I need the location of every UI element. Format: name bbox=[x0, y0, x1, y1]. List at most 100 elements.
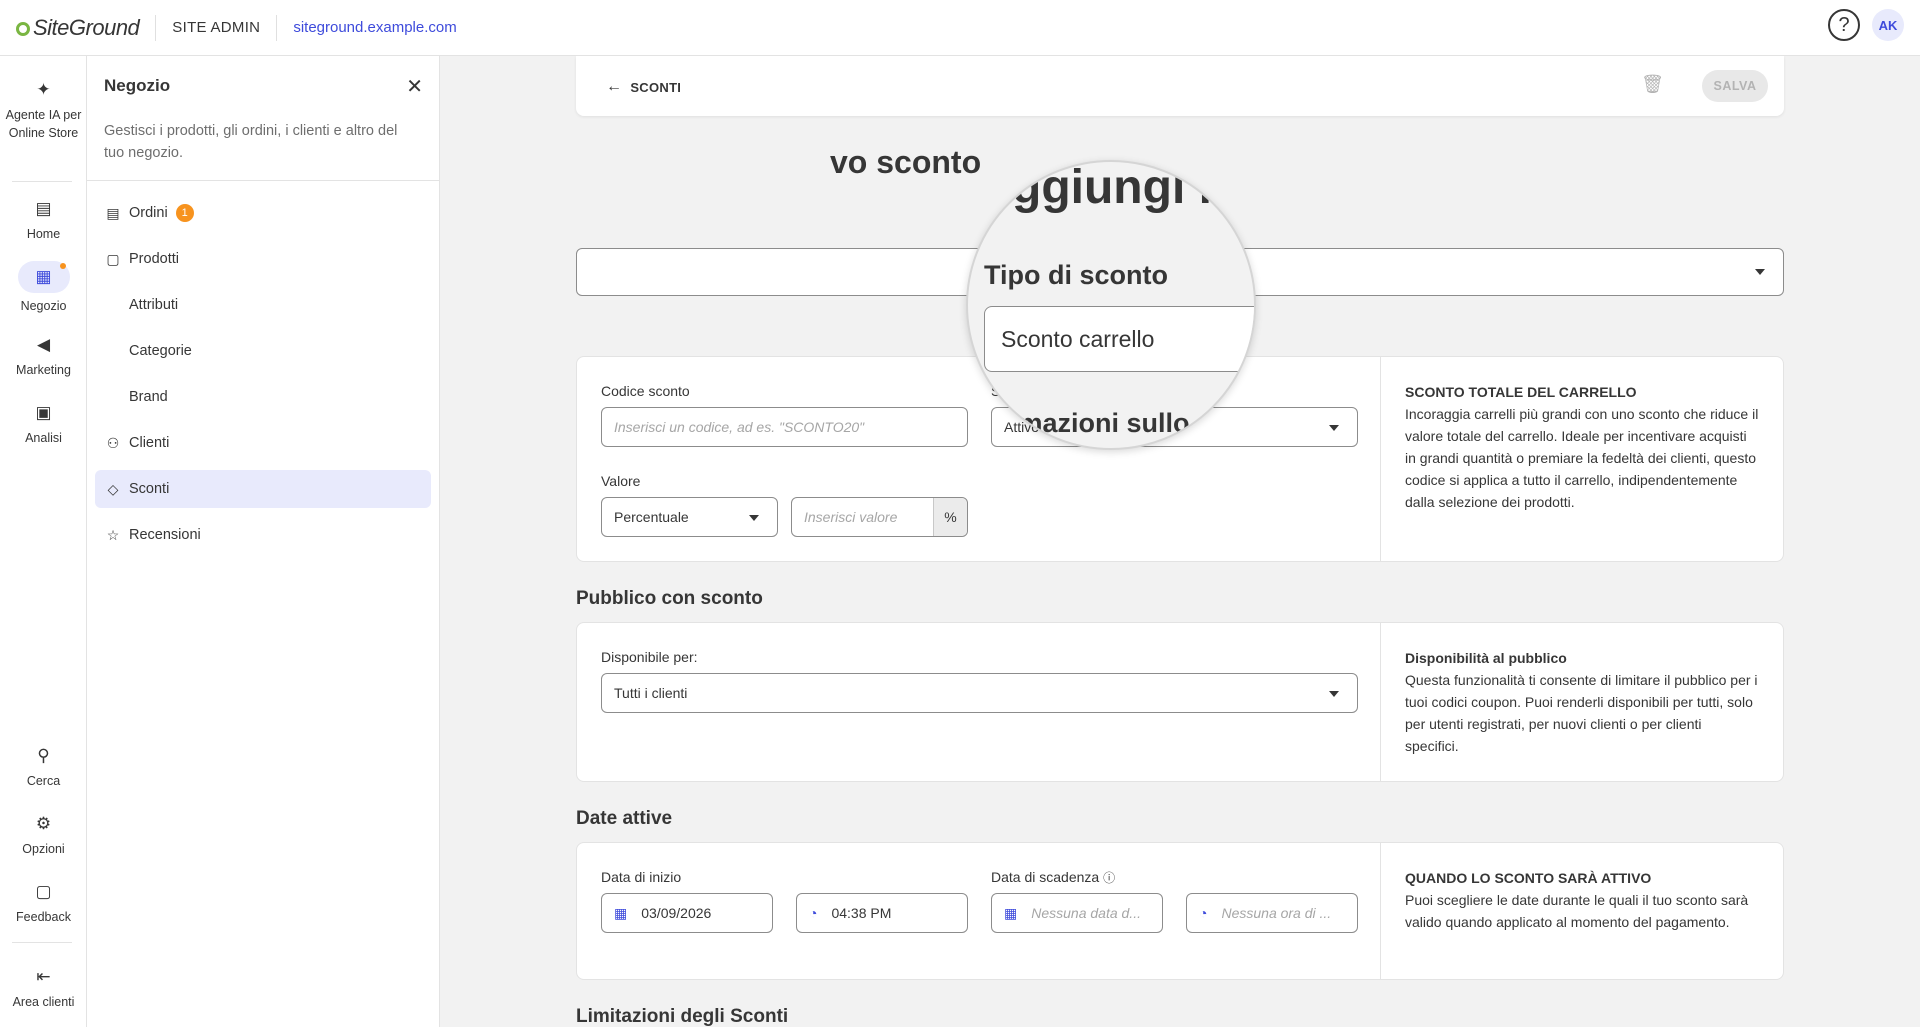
section-title: SITE ADMIN bbox=[172, 19, 261, 36]
tag-icon: ◇ bbox=[107, 480, 119, 497]
nav-item-label: Attributi bbox=[129, 297, 179, 313]
arrow-left-icon: ← bbox=[606, 78, 623, 95]
start-date-input[interactable]: ▦ 03/09/2026 bbox=[601, 893, 773, 933]
section-heading-dates: Date attive bbox=[576, 808, 673, 829]
chart-icon: ▣ bbox=[35, 403, 52, 422]
side-text: Puoi scegliere le date durante le quali … bbox=[1405, 892, 1749, 930]
discount-code-input[interactable]: Inserisci un codice, ad es. "SCONTO20" bbox=[601, 407, 968, 447]
form-toolbar: ← SCONTI 🗑 SALVA bbox=[576, 56, 1784, 116]
bag-icon: ▢ bbox=[106, 250, 120, 267]
audience-card: Disponibile per: Tutti i clienti Disponi… bbox=[576, 622, 1784, 782]
section-heading-audience: Pubblico con sconto bbox=[576, 588, 763, 609]
audience-card-side: Disponibilità al pubblico Questa funzion… bbox=[1380, 623, 1783, 781]
nav-item-recensioni[interactable]: ☆ Recensioni bbox=[95, 516, 431, 554]
page-title: vo sconto bbox=[830, 144, 981, 181]
store-panel: Negozio ✕ Gestisci i prodotti, gli ordin… bbox=[87, 56, 440, 1027]
side-text: Incoraggia carrelli più grandi con uno s… bbox=[1405, 406, 1759, 510]
info-icon[interactable]: ⓘ bbox=[1103, 871, 1115, 885]
nav-item-ordini[interactable]: ▤ Ordini 1 bbox=[95, 194, 431, 232]
value-input[interactable]: Inserisci valore % bbox=[791, 497, 968, 537]
section-heading-limits: Limitazioni degli Sconti bbox=[576, 1006, 789, 1027]
divider bbox=[12, 181, 72, 182]
count-badge: 1 bbox=[175, 204, 194, 222]
end-time-input[interactable]: ◔ Nessuna ora di ... bbox=[1186, 893, 1358, 933]
people-icon: ⚇ bbox=[106, 434, 120, 451]
logo-mark-icon bbox=[16, 21, 30, 36]
divider bbox=[276, 14, 278, 41]
notification-dot bbox=[59, 263, 66, 269]
magnified-heading-2: rmazioni sullo bbox=[1008, 408, 1190, 438]
sparkle-icon: ✦ bbox=[36, 80, 51, 99]
start-date-label: Data di inizio bbox=[601, 869, 682, 885]
siteground-logo[interactable]: SiteGround bbox=[16, 15, 140, 41]
audience-select[interactable]: Tutti i clienti bbox=[601, 673, 1358, 713]
trash-icon[interactable]: 🗑 bbox=[1641, 74, 1664, 95]
placeholder: Inserisci valore bbox=[804, 509, 898, 525]
save-button[interactable]: SALVA bbox=[1702, 70, 1768, 102]
magnifier-lens: ggiungi n Tipo di sconto Sconto carrello… bbox=[966, 160, 1256, 450]
magnified-title: ggiungi n bbox=[1012, 161, 1228, 214]
placeholder: Inserisci un codice, ad es. "SCONTO20" bbox=[614, 419, 865, 435]
value-type: Percentuale bbox=[614, 509, 689, 525]
store-icon: ▦ bbox=[17, 261, 70, 293]
help-button[interactable]: ? bbox=[1828, 9, 1860, 41]
nav-item-label: Recensioni bbox=[129, 527, 201, 543]
value-label: Valore bbox=[601, 473, 641, 489]
value-type-select[interactable]: Percentuale bbox=[601, 497, 778, 537]
dates-card: Data di inizio ▦ 03/09/2026 ◔ 04:38 PM D… bbox=[576, 842, 1784, 980]
star-icon: ☆ bbox=[106, 526, 120, 543]
rail-item-cerca[interactable]: ⚲ Cerca bbox=[0, 744, 87, 790]
audience-label: Disponibile per: bbox=[601, 649, 698, 665]
nav-item-label: Clienti bbox=[129, 435, 170, 451]
nav-item-sconti[interactable]: ◇ Sconti bbox=[95, 470, 431, 508]
rail-item-label: Negozio bbox=[20, 299, 67, 313]
info-card-side: SCONTO TOTALE DEL CARRELLO Incoraggia ca… bbox=[1380, 357, 1783, 561]
rail-item-analisi[interactable]: ▣ Analisi bbox=[0, 401, 87, 447]
panel-title: Negozio bbox=[104, 76, 171, 95]
divider bbox=[155, 14, 157, 41]
avatar[interactable]: AK bbox=[1872, 9, 1904, 41]
feedback-icon: ▢ bbox=[35, 882, 52, 901]
nav-item-categorie[interactable]: Categorie bbox=[95, 332, 431, 370]
exit-icon: ⇤ bbox=[36, 967, 51, 986]
rail-item-label: Opzioni bbox=[22, 842, 65, 856]
placeholder: Nessuna ora di ... bbox=[1221, 905, 1332, 921]
store-nav: ▤ Ordini 1 ▢ Prodotti Attributi Categori… bbox=[95, 194, 431, 562]
dates-card-side: QUANDO LO SCONTO SARÀ ATTIVO Puoi scegli… bbox=[1380, 843, 1783, 979]
clock-icon: ◔ bbox=[809, 905, 818, 921]
top-bar: SiteGround SITE ADMIN siteground.example… bbox=[0, 0, 1920, 56]
rail-item-negozio[interactable]: ▦ Negozio bbox=[0, 261, 87, 315]
placeholder: Nessuna data d... bbox=[1031, 905, 1141, 921]
rail-item-label: Area clienti bbox=[12, 995, 75, 1009]
back-link[interactable]: ← SCONTI bbox=[606, 78, 681, 96]
chevron-down-icon bbox=[1329, 425, 1339, 431]
gear-icon: ⚙ bbox=[35, 814, 52, 833]
rail-item-home[interactable]: ▤ Home bbox=[0, 197, 87, 243]
rail-item-feedback[interactable]: ▢ Feedback bbox=[0, 880, 87, 926]
help-icon: ? bbox=[1838, 13, 1850, 36]
nav-item-clienti[interactable]: ⚇ Clienti bbox=[95, 424, 431, 462]
divider bbox=[87, 180, 439, 181]
rail-item-marketing[interactable]: ◀ Marketing bbox=[0, 333, 87, 379]
code-label: Codice sconto bbox=[601, 383, 690, 399]
rail-item-label: Cerca bbox=[26, 774, 61, 788]
chevron-down-icon bbox=[749, 515, 759, 521]
nav-item-brand[interactable]: Brand bbox=[95, 378, 431, 416]
main-content: ← SCONTI 🗑 SALVA vo sconto to Codice sco… bbox=[440, 56, 1920, 1027]
rail-item-label: Feedback bbox=[16, 910, 71, 924]
rail-item-opzioni[interactable]: ⚙ Opzioni bbox=[0, 812, 87, 858]
nav-item-attributi[interactable]: Attributi bbox=[95, 286, 431, 324]
chevron-down-icon bbox=[1755, 269, 1765, 275]
rail-item-label: Marketing bbox=[16, 363, 71, 377]
nav-item-prodotti[interactable]: ▢ Prodotti bbox=[95, 240, 431, 278]
site-domain-link[interactable]: siteground.example.com bbox=[293, 19, 456, 36]
calendar-icon: ▦ bbox=[1004, 904, 1018, 921]
divider bbox=[12, 942, 72, 943]
left-rail: ✦ Agente IA per Online Store ▤ Home ▦ Ne… bbox=[0, 56, 87, 1027]
rail-item-area-clienti[interactable]: ⇤ Area clienti bbox=[0, 965, 87, 1011]
rail-item-ai-agent[interactable]: ✦ Agente IA per Online Store bbox=[0, 78, 87, 142]
close-icon[interactable]: ✕ bbox=[406, 74, 423, 99]
magnified-heading: Tipo di sconto bbox=[984, 260, 1168, 290]
start-time-input[interactable]: ◔ 04:38 PM bbox=[796, 893, 968, 933]
end-date-input[interactable]: ▦ Nessuna data d... bbox=[991, 893, 1163, 933]
